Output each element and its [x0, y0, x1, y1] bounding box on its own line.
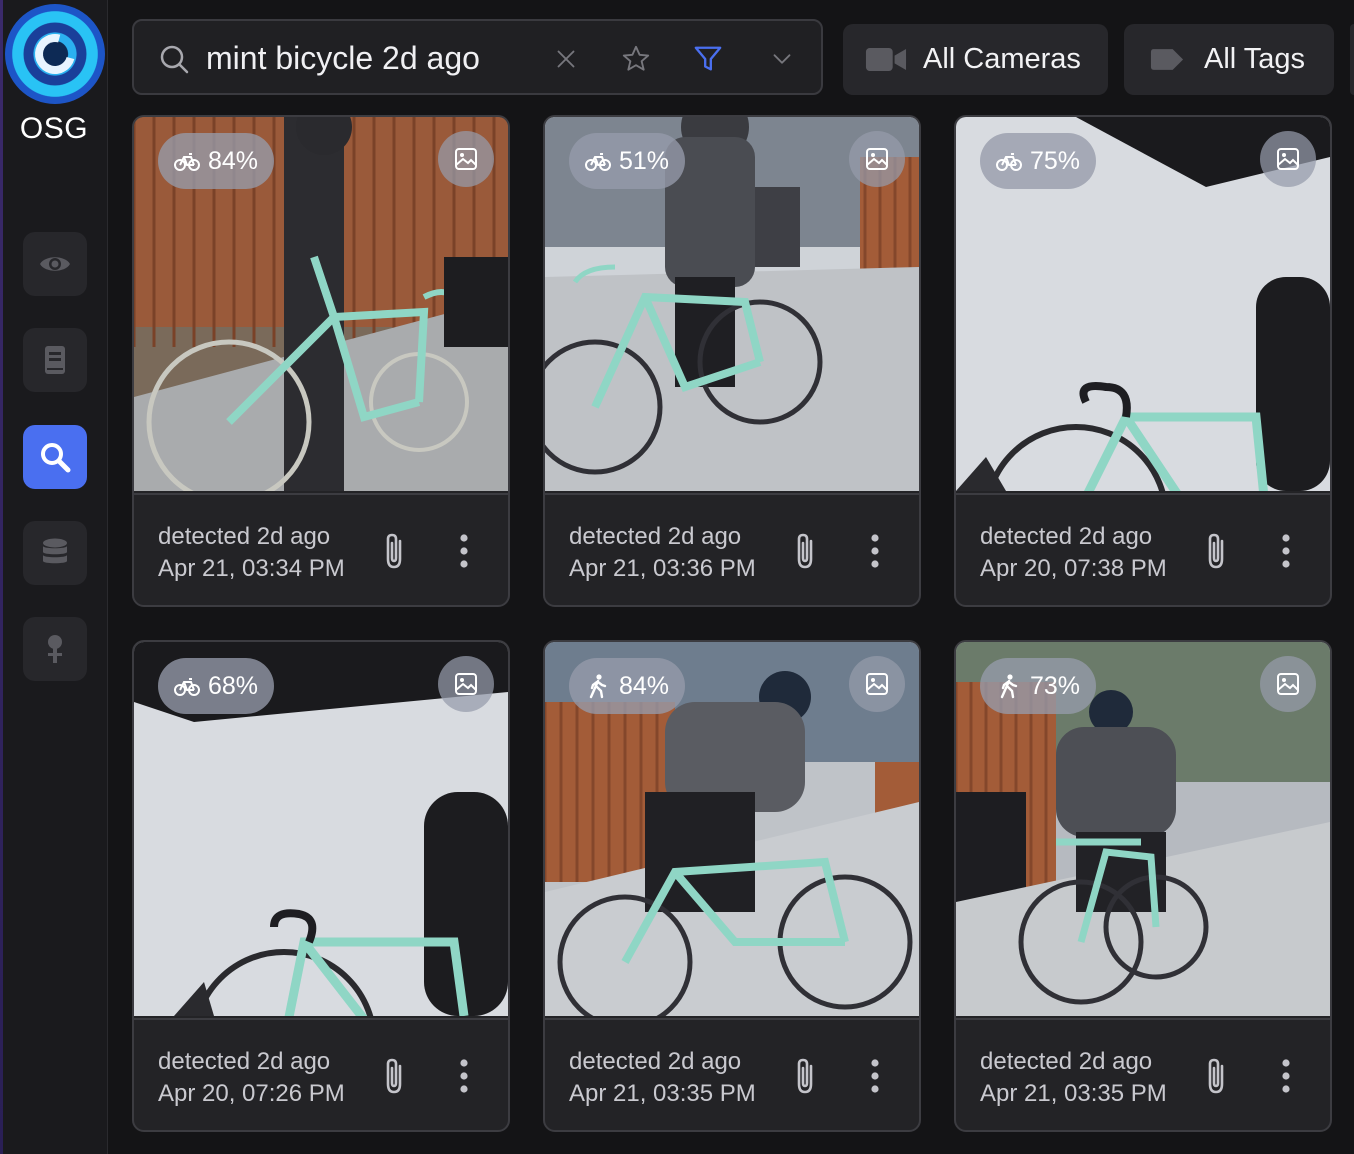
- detection-score-badge: 51%: [569, 133, 686, 189]
- more-options-icon[interactable]: [450, 1056, 478, 1096]
- sidebar-item-search[interactable]: [23, 425, 87, 489]
- image-icon: [866, 673, 888, 695]
- more-options-icon[interactable]: [1272, 531, 1300, 571]
- star-icon: [622, 45, 650, 71]
- result-card[interactable]: 75% detected 2d ago Apr 20, 07:38 PM: [954, 115, 1332, 607]
- sidebar-item-pin[interactable]: [23, 617, 87, 681]
- result-card[interactable]: 84% detected 2d ago Apr 21, 03:34 PM: [132, 115, 510, 607]
- person-walking-icon: [585, 673, 611, 699]
- tag-icon: [1150, 49, 1184, 70]
- sidebar: OSG: [0, 0, 108, 1154]
- result-card[interactable]: 73% detected 2d ago Apr 21, 03:35 PM: [954, 640, 1332, 1132]
- result-meta: detected 2d ago Apr 21, 03:35 PM: [545, 1018, 919, 1130]
- attachment-icon[interactable]: [378, 531, 410, 571]
- osg-logo[interactable]: [5, 4, 105, 104]
- sidebar-item-storage[interactable]: [23, 521, 87, 585]
- person-walking-icon: [996, 673, 1022, 699]
- detected-label: detected 2d ago: [158, 1048, 331, 1075]
- detection-score: 84%: [619, 671, 670, 700]
- view-image-button[interactable]: [1260, 131, 1316, 187]
- detected-label: detected 2d ago: [569, 1048, 742, 1075]
- more-options-icon[interactable]: [861, 1056, 889, 1096]
- attachment-icon[interactable]: [378, 1056, 410, 1096]
- attachment-icon[interactable]: [789, 1056, 821, 1096]
- bicycle-icon: [996, 148, 1022, 174]
- detection-score-badge: 68%: [158, 658, 275, 714]
- bicycle-icon: [174, 148, 200, 174]
- search-icon: [41, 443, 71, 473]
- timestamp: Apr 21, 03:35 PM: [980, 1080, 1167, 1107]
- result-card[interactable]: 68% detected 2d ago Apr 20, 07:26 PM: [132, 640, 510, 1132]
- save-search-button[interactable]: [620, 43, 652, 75]
- detection-score-badge: 84%: [158, 133, 275, 189]
- detection-score: 68%: [208, 671, 259, 700]
- view-image-button[interactable]: [849, 656, 905, 712]
- bicycle-icon: [585, 148, 611, 174]
- view-image-button[interactable]: [438, 656, 494, 712]
- book-icon: [45, 346, 65, 374]
- logo-text: OSG: [19, 112, 89, 145]
- detected-label: detected 2d ago: [980, 1048, 1153, 1075]
- result-meta: detected 2d ago Apr 20, 07:38 PM: [956, 493, 1330, 605]
- detection-score: 84%: [208, 146, 259, 175]
- tag-filter-button[interactable]: All Tags: [1124, 24, 1334, 95]
- image-icon: [455, 148, 477, 170]
- camera-filter-button[interactable]: All Cameras: [843, 24, 1108, 95]
- view-image-button[interactable]: [849, 131, 905, 187]
- image-icon: [866, 148, 888, 170]
- result-meta: detected 2d ago Apr 21, 03:35 PM: [956, 1018, 1330, 1130]
- sidebar-item-review[interactable]: [23, 328, 87, 392]
- search-options-dropdown[interactable]: [766, 43, 798, 75]
- timestamp: Apr 20, 07:26 PM: [158, 1080, 345, 1107]
- filter-icon: [694, 46, 722, 71]
- tag-filter-label: All Tags: [1204, 43, 1306, 75]
- more-options-icon[interactable]: [861, 531, 889, 571]
- more-options-icon[interactable]: [450, 531, 478, 571]
- filter-button[interactable]: [692, 43, 724, 75]
- bicycle-icon: [174, 673, 200, 699]
- timestamp: Apr 21, 03:34 PM: [158, 555, 345, 582]
- attachment-icon[interactable]: [789, 531, 821, 571]
- logo-swirl: [27, 26, 83, 82]
- detection-score: 73%: [1030, 671, 1081, 700]
- detected-label: detected 2d ago: [569, 523, 742, 550]
- result-card[interactable]: 84% detected 2d ago Apr 21, 03:35 PM: [543, 640, 921, 1132]
- attachment-icon[interactable]: [1200, 1056, 1232, 1096]
- next-filter-pill-edge: [1350, 24, 1354, 95]
- view-image-button[interactable]: [1260, 656, 1316, 712]
- image-icon: [1277, 673, 1299, 695]
- close-icon: [557, 50, 575, 68]
- chevron-down-icon: [773, 54, 791, 64]
- pin-icon: [48, 635, 62, 663]
- search-bar: [132, 19, 823, 95]
- search-icon: [160, 45, 189, 74]
- attachment-icon[interactable]: [1200, 531, 1232, 571]
- timestamp: Apr 21, 03:36 PM: [569, 555, 756, 582]
- search-input[interactable]: [206, 37, 536, 79]
- detection-score-badge: 84%: [569, 658, 686, 714]
- result-card[interactable]: 51% detected 2d ago Apr 21, 03:36 PM: [543, 115, 921, 607]
- more-options-icon[interactable]: [1272, 1056, 1300, 1096]
- sidebar-item-live[interactable]: [23, 232, 87, 296]
- image-icon: [455, 673, 477, 695]
- detection-score-badge: 75%: [980, 133, 1097, 189]
- timestamp: Apr 20, 07:38 PM: [980, 555, 1167, 582]
- result-meta: detected 2d ago Apr 21, 03:34 PM: [134, 493, 508, 605]
- video-camera-icon: [865, 48, 907, 71]
- view-image-button[interactable]: [438, 131, 494, 187]
- detection-score: 75%: [1030, 146, 1081, 175]
- detected-label: detected 2d ago: [980, 523, 1153, 550]
- detection-score: 51%: [619, 146, 670, 175]
- database-icon: [43, 538, 67, 564]
- timestamp: Apr 21, 03:35 PM: [569, 1080, 756, 1107]
- image-icon: [1277, 148, 1299, 170]
- app-root: OSG mint bicycle 2d ago All Cameras All …: [0, 0, 1354, 1154]
- detected-label: detected 2d ago: [158, 523, 331, 550]
- eye-icon: [40, 257, 70, 271]
- detection-score-badge: 73%: [980, 658, 1097, 714]
- clear-search-button[interactable]: [550, 43, 582, 75]
- result-meta: detected 2d ago Apr 20, 07:26 PM: [134, 1018, 508, 1130]
- result-meta: detected 2d ago Apr 21, 03:36 PM: [545, 493, 919, 605]
- camera-filter-label: All Cameras: [923, 43, 1081, 75]
